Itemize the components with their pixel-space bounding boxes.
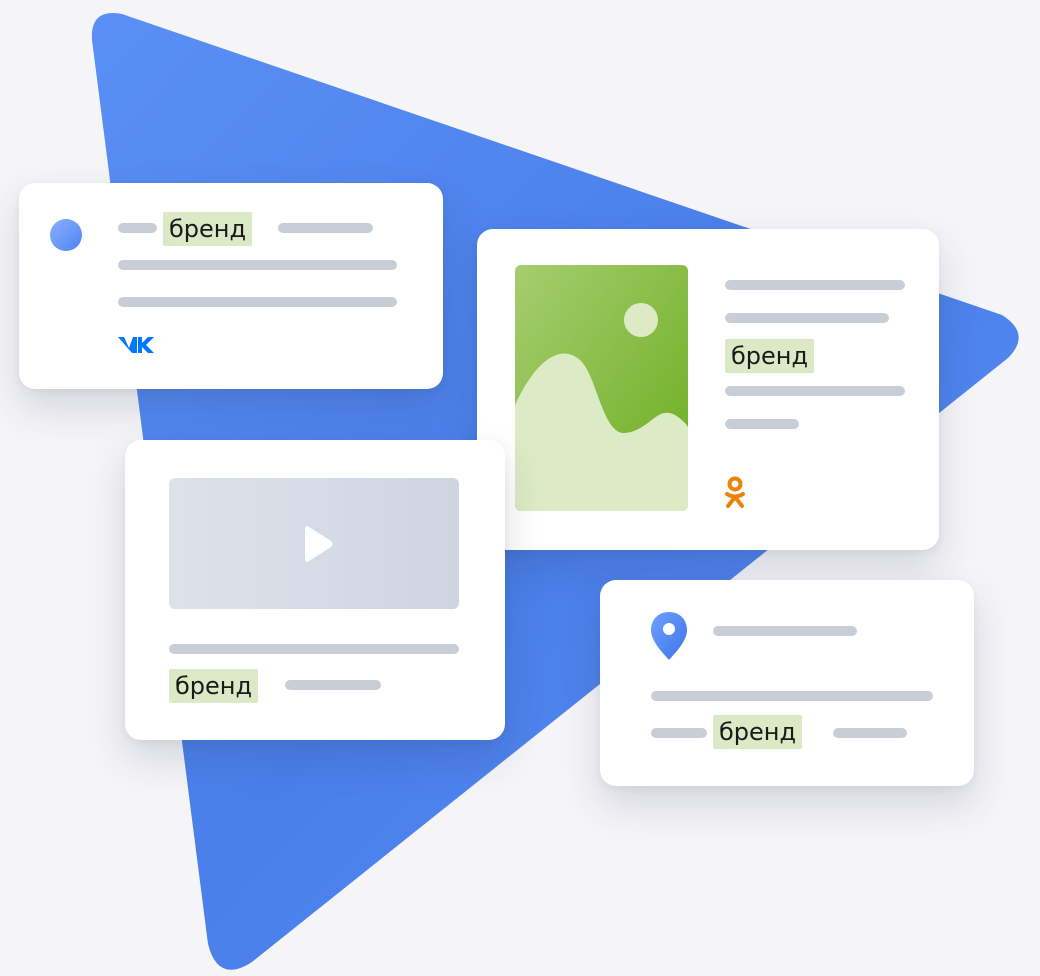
brand-label: бренд [713, 715, 803, 749]
vk-post-card: бренд [19, 183, 443, 389]
placeholder-line [278, 223, 373, 233]
brand-label: бренд [169, 669, 259, 703]
placeholder-line [725, 386, 905, 396]
brand-label: бренд [163, 212, 253, 246]
play-icon [305, 526, 333, 562]
ok-logo-icon [725, 476, 745, 508]
brand-label: бренд [725, 339, 815, 373]
placeholder-line [651, 728, 707, 738]
placeholder-line [118, 297, 397, 307]
location-pin-icon [651, 612, 687, 660]
vk-logo-icon [118, 337, 154, 353]
illustration: бренд бренд бренд бренд [0, 0, 1040, 976]
placeholder-line [118, 223, 157, 233]
placeholder-line [118, 260, 397, 270]
placeholder-line [725, 419, 799, 429]
avatar [50, 219, 82, 251]
location-post-card: бренд [600, 580, 974, 786]
placeholder-line [725, 313, 889, 323]
placeholder-line [713, 626, 857, 636]
landscape-image-icon [515, 265, 688, 511]
placeholder-line [169, 644, 459, 654]
placeholder-line [651, 691, 933, 701]
video-post-card: бренд [125, 440, 505, 740]
placeholder-line [833, 728, 907, 738]
video-placeholder[interactable] [169, 478, 459, 609]
ok-post-card: бренд [477, 229, 939, 550]
placeholder-line [725, 280, 905, 290]
placeholder-line [285, 680, 381, 690]
